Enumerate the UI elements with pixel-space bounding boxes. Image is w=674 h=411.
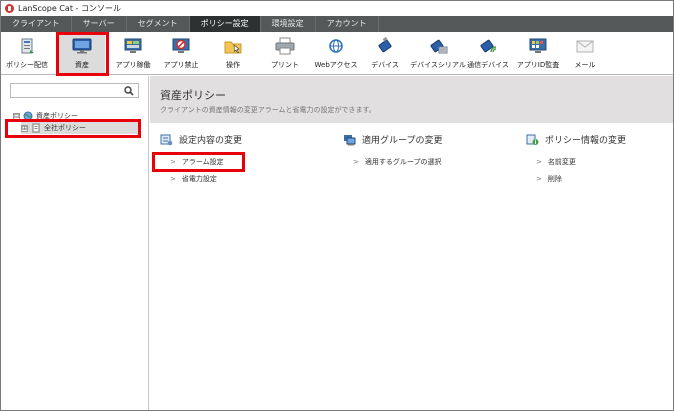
tool-label: ポリシー配信 [6,61,48,69]
tool-operation[interactable]: 操作 [215,32,251,74]
tab-segment[interactable]: セグメント [127,16,190,32]
policy-tree-pane: ⊟ 資産ポリシー ⊞ 全社ポリシー [1,76,149,410]
section-title: ポリシー情報の変更 [545,136,627,146]
link-delete[interactable]: > 削除 [536,174,562,184]
globe-icon [23,111,33,121]
chevron-right-icon: > [536,158,542,166]
link-label: 省電力設定 [181,175,217,183]
tool-mail[interactable]: メール [567,32,603,74]
link-label: アラーム設定 [181,158,224,166]
main-tab-bar: クライアント サーバー セグメント ポリシー設定 環境設定 アカウント [1,16,673,32]
printer-icon [275,37,295,55]
settings-change-icon [160,134,173,146]
tool-asset[interactable]: 資産 [59,32,105,74]
tree-search-box[interactable] [10,83,139,98]
link-rename[interactable]: > 名前変更 [536,157,576,167]
section-header: 適用グループの変更 [343,133,442,146]
tool-web-access[interactable]: Webアクセス [311,32,361,74]
chevron-right-icon: > [170,175,176,183]
operation-folder-icon [223,37,243,55]
chevron-right-icon: > [536,175,542,183]
tab-policy-settings[interactable]: ポリシー設定 [189,16,261,32]
app-running-icon [123,37,143,55]
comm-device-icon [478,37,498,55]
device-icon [375,37,395,55]
app-prohibit-icon [171,37,191,55]
link-power-saving-settings[interactable]: > 省電力設定 [170,174,217,184]
section-group-change: 適用グループの変更 [343,133,442,146]
tool-label: アプリ稼働 [115,61,151,69]
window-title: LanScope Cat - コンソール [18,4,121,13]
policy-toolbar: ポリシー配信 資産 アプリ稼働 アプリ禁止 操作 プリント Webアクセス デバ… [1,32,673,75]
tool-label: メール [574,61,596,69]
group-change-icon [343,134,356,146]
tool-app-prohibit[interactable]: アプリ禁止 [159,32,203,74]
page-title: 資産ポリシー [160,89,226,102]
link-alarm-settings[interactable]: > アラーム設定 [170,157,224,167]
link-select-target-group[interactable]: > 適用するグループの選択 [353,157,441,167]
section-settings-change: 設定内容の変更 [160,133,242,146]
tree-node-asset-policy[interactable]: ⊟ 資産ポリシー [13,110,78,122]
link-label: 削除 [547,175,562,183]
tool-label: 操作 [226,61,240,69]
tool-label: アプリID監査 [516,61,560,69]
globe-icon [326,37,346,55]
mail-icon [575,37,595,55]
tree-node-company-policy[interactable]: ⊞ 全社ポリシー [21,122,141,134]
tool-label: 資産 [75,61,89,69]
expand-icon[interactable]: ⊞ [21,124,28,132]
tool-print[interactable]: プリント [265,32,305,74]
tool-app-id-audit[interactable]: アプリID監査 [515,32,561,74]
tool-label: Webアクセス [314,61,358,69]
app-logo-icon [5,4,14,13]
tab-environment-settings[interactable]: 環境設定 [261,16,316,32]
tool-label: アプリ禁止 [163,61,199,69]
tree-node-label: 全社ポリシー [44,124,86,132]
section-header: 設定内容の変更 [160,133,242,146]
tree-node-label: 資産ポリシー [36,112,78,120]
tool-device-serial[interactable]: デバイスシリアル [409,32,467,74]
link-label: 名前変更 [547,158,576,166]
policy-document-icon [31,123,41,133]
chevron-right-icon: > [353,158,359,166]
title-bar: LanScope Cat - コンソール [1,1,673,16]
section-title: 設定内容の変更 [179,136,243,146]
tool-policy-deploy[interactable]: ポリシー配信 [5,32,49,74]
link-label: 適用するグループの選択 [364,158,442,166]
policy-header: 資産ポリシー クライアントの資産情報の変更アラームと省電力の設定ができます。 [150,76,673,123]
tool-label: デバイス [371,61,399,69]
section-policy-info-change: ポリシー情報の変更 [526,133,626,146]
tab-server[interactable]: サーバー [72,16,127,32]
tool-label: 通信デバイス [467,61,509,69]
page-description: クライアントの資産情報の変更アラームと省電力の設定ができます。 [160,106,376,114]
policy-deploy-icon [17,37,37,55]
search-icon[interactable] [124,86,134,98]
tool-label: デバイスシリアル [410,61,466,69]
device-serial-icon [428,37,448,55]
tool-app-running[interactable]: アプリ稼働 [111,32,155,74]
policy-info-icon [526,134,539,146]
collapse-icon[interactable]: ⊟ [13,112,20,120]
section-header: ポリシー情報の変更 [526,133,626,146]
tab-account[interactable]: アカウント [316,16,379,32]
policy-detail-pane: 資産ポリシー クライアントの資産情報の変更アラームと省電力の設定ができます。 設… [150,76,673,410]
app-id-audit-icon [528,37,548,55]
chevron-right-icon: > [170,158,176,166]
tool-label: プリント [271,61,299,69]
tool-device[interactable]: デバイス [367,32,403,74]
asset-monitor-icon [72,37,92,55]
tool-comm-device[interactable]: 通信デバイス [467,32,509,74]
section-title: 適用グループの変更 [362,136,443,146]
tab-client[interactable]: クライアント [1,16,72,32]
